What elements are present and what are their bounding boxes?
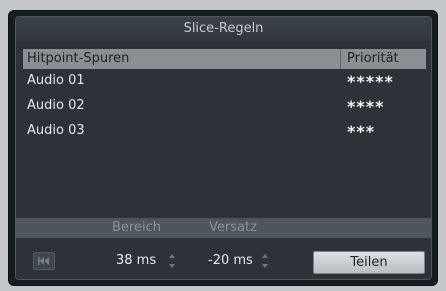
- skip-to-start-button[interactable]: [33, 252, 55, 270]
- column-header-priority[interactable]: Priorität: [340, 49, 426, 69]
- skip-to-start-icon: [38, 257, 49, 265]
- track-name: Audio 01: [27, 73, 85, 88]
- priority-stars[interactable]: *****: [347, 70, 394, 94]
- table-row[interactable]: Audio 02 ****: [23, 94, 426, 118]
- priority-stars[interactable]: ***: [347, 120, 375, 144]
- offset-label: Versatz: [209, 220, 257, 235]
- table-row[interactable]: Audio 01 *****: [23, 69, 426, 93]
- slice-rules-window: Slice-Regeln Hitpoint-Spuren Priorität A…: [8, 10, 438, 286]
- table-header: Hitpoint-Spuren Priorität: [23, 49, 426, 69]
- priority-stars[interactable]: ****: [347, 95, 384, 119]
- track-name: Audio 03: [27, 123, 85, 138]
- offset-spin-arrows-icon[interactable]: [261, 252, 269, 270]
- track-name: Audio 02: [27, 98, 85, 113]
- controls-row: 38 ms -20 ms Teilen: [16, 238, 431, 279]
- table-row[interactable]: Audio 03 ***: [23, 119, 426, 143]
- offset-value[interactable]: -20 ms: [208, 250, 253, 272]
- range-spin-arrows-icon[interactable]: [168, 252, 176, 270]
- slice-rules-panel: Slice-Regeln Hitpoint-Spuren Priorität A…: [15, 16, 432, 280]
- range-label: Bereich: [112, 220, 161, 235]
- column-header-hitpoint-tracks[interactable]: Hitpoint-Spuren: [23, 49, 338, 69]
- range-value[interactable]: 38 ms: [116, 250, 156, 272]
- track-list: Audio 01 ***** Audio 02 **** Audio 03 **…: [23, 69, 426, 217]
- split-button[interactable]: Teilen: [313, 251, 425, 274]
- window-title: Slice-Regeln: [16, 17, 431, 41]
- parameter-label-bar: Bereich Versatz: [16, 218, 431, 238]
